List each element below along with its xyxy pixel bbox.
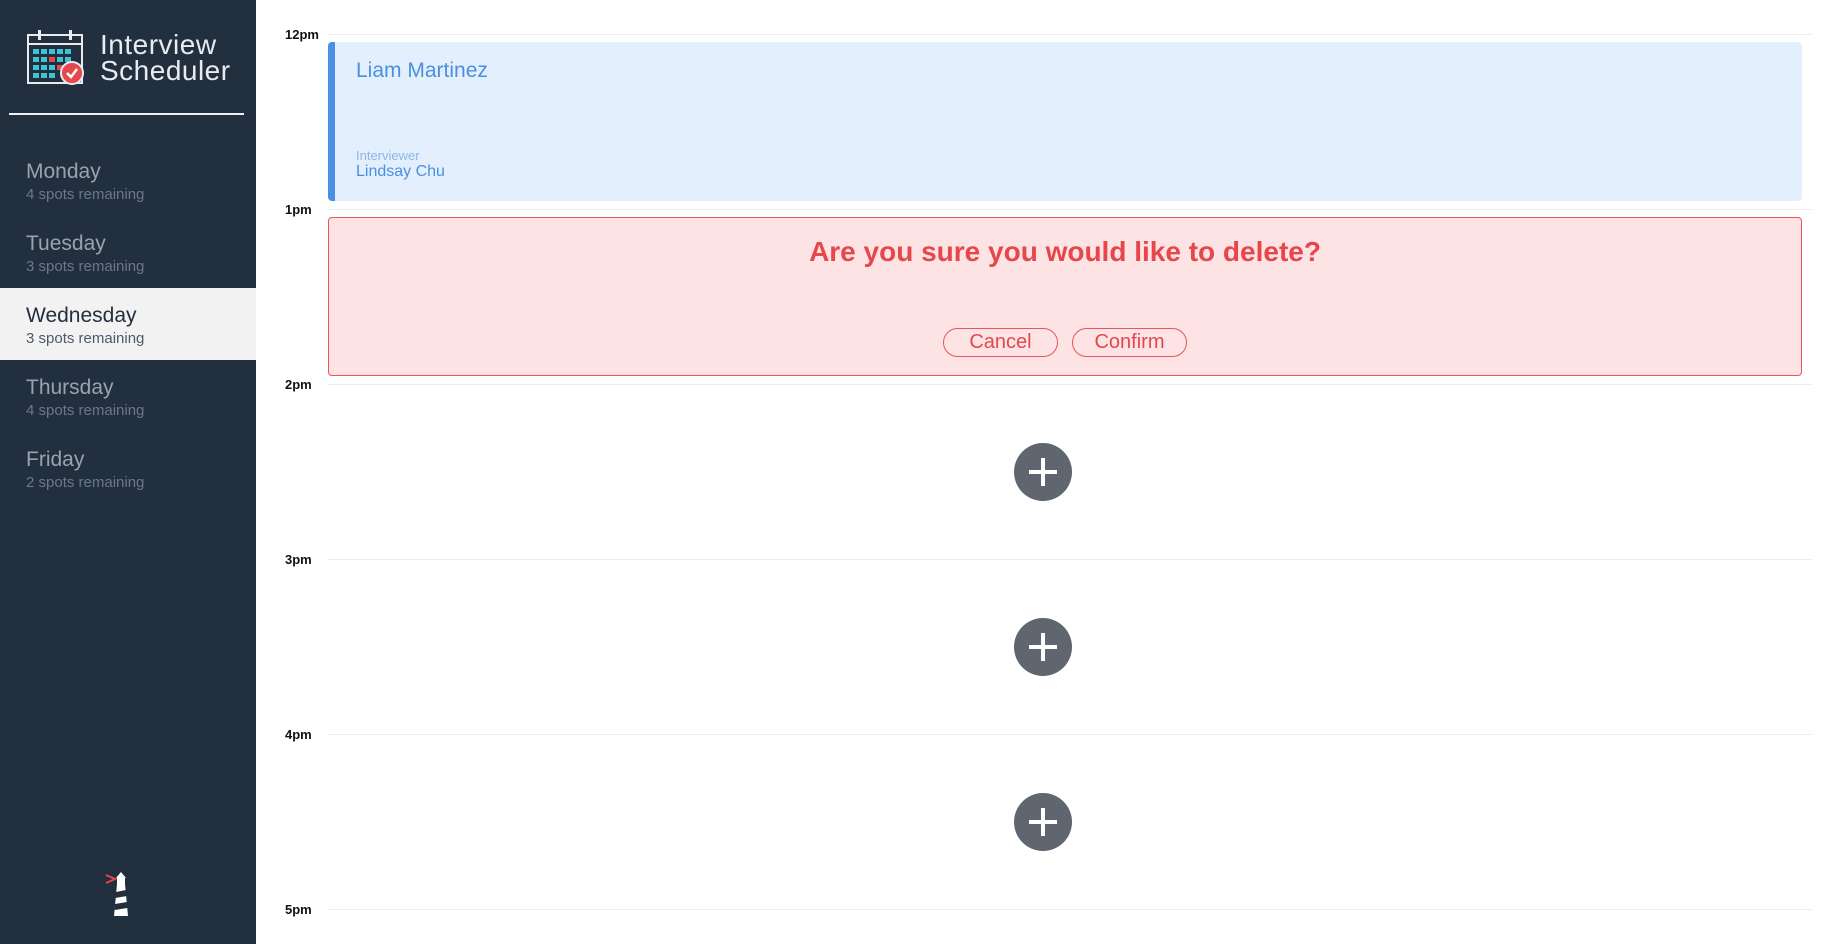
hour-divider [328,734,1812,735]
day-item-wednesday[interactable]: Wednesday 3 spots remaining [0,288,256,360]
cancel-button[interactable]: Cancel [943,328,1058,357]
delete-confirmation: Are you sure you would like to delete? C… [328,217,1802,376]
lighthouse-icon [104,870,138,918]
app-title-line2: Scheduler [100,55,231,86]
day-item-friday[interactable]: Friday 2 spots remaining [0,432,256,504]
add-appointment-button[interactable] [1014,443,1072,501]
day-name: Thursday [26,376,114,399]
plus-icon [1029,808,1057,836]
day-item-monday[interactable]: Monday 4 spots remaining [0,144,256,216]
day-spots: 3 spots remaining [26,330,145,347]
day-item-tuesday[interactable]: Tuesday 3 spots remaining [0,216,256,288]
hour-divider [328,384,1812,385]
day-spots: 3 spots remaining [26,258,145,275]
day-name: Tuesday [26,232,106,255]
day-name: Friday [26,448,85,471]
hour-divider [328,559,1812,560]
schedule: 12pm Liam Martinez Interviewer Lindsay C… [256,0,1828,944]
interviewer-label: Interviewer [356,148,420,163]
day-spots: 2 spots remaining [26,474,145,491]
day-spots: 4 spots remaining [26,402,145,419]
time-label-2pm: 2pm [285,377,312,392]
plus-icon [1029,458,1057,486]
time-label-5pm: 5pm [285,902,312,917]
add-appointment-button[interactable] [1014,793,1072,851]
interviewer-name: Lindsay Chu [356,163,445,180]
time-label-4pm: 4pm [285,727,312,742]
confirm-actions: Cancel Confirm [329,328,1801,357]
time-label-1pm: 1pm [285,202,312,217]
app-title: Interview Scheduler [100,31,231,86]
sidebar: Interview Scheduler Monday 4 spots remai… [0,0,256,944]
hour-divider [328,909,1812,910]
confirm-button[interactable]: Confirm [1072,328,1187,357]
day-name: Wednesday [26,304,137,327]
day-item-thursday[interactable]: Thursday 4 spots remaining [0,360,256,432]
plus-icon [1029,633,1057,661]
day-spots: 4 spots remaining [26,186,145,203]
time-label-3pm: 3pm [285,552,312,567]
calendar-check-icon [26,29,86,87]
appointment-card[interactable]: Liam Martinez Interviewer Lindsay Chu [328,42,1802,201]
day-name: Monday [26,160,101,183]
student-name: Liam Martinez [356,59,488,82]
app-brand: Interview Scheduler [26,28,246,88]
add-appointment-button[interactable] [1014,618,1072,676]
brand-divider [9,113,244,115]
time-label-12pm: 12pm [285,27,319,42]
hour-divider [328,209,1812,210]
hour-divider [328,34,1812,35]
confirm-message: Are you sure you would like to delete? [809,236,1321,267]
day-list: Monday 4 spots remaining Tuesday 3 spots… [0,144,256,504]
